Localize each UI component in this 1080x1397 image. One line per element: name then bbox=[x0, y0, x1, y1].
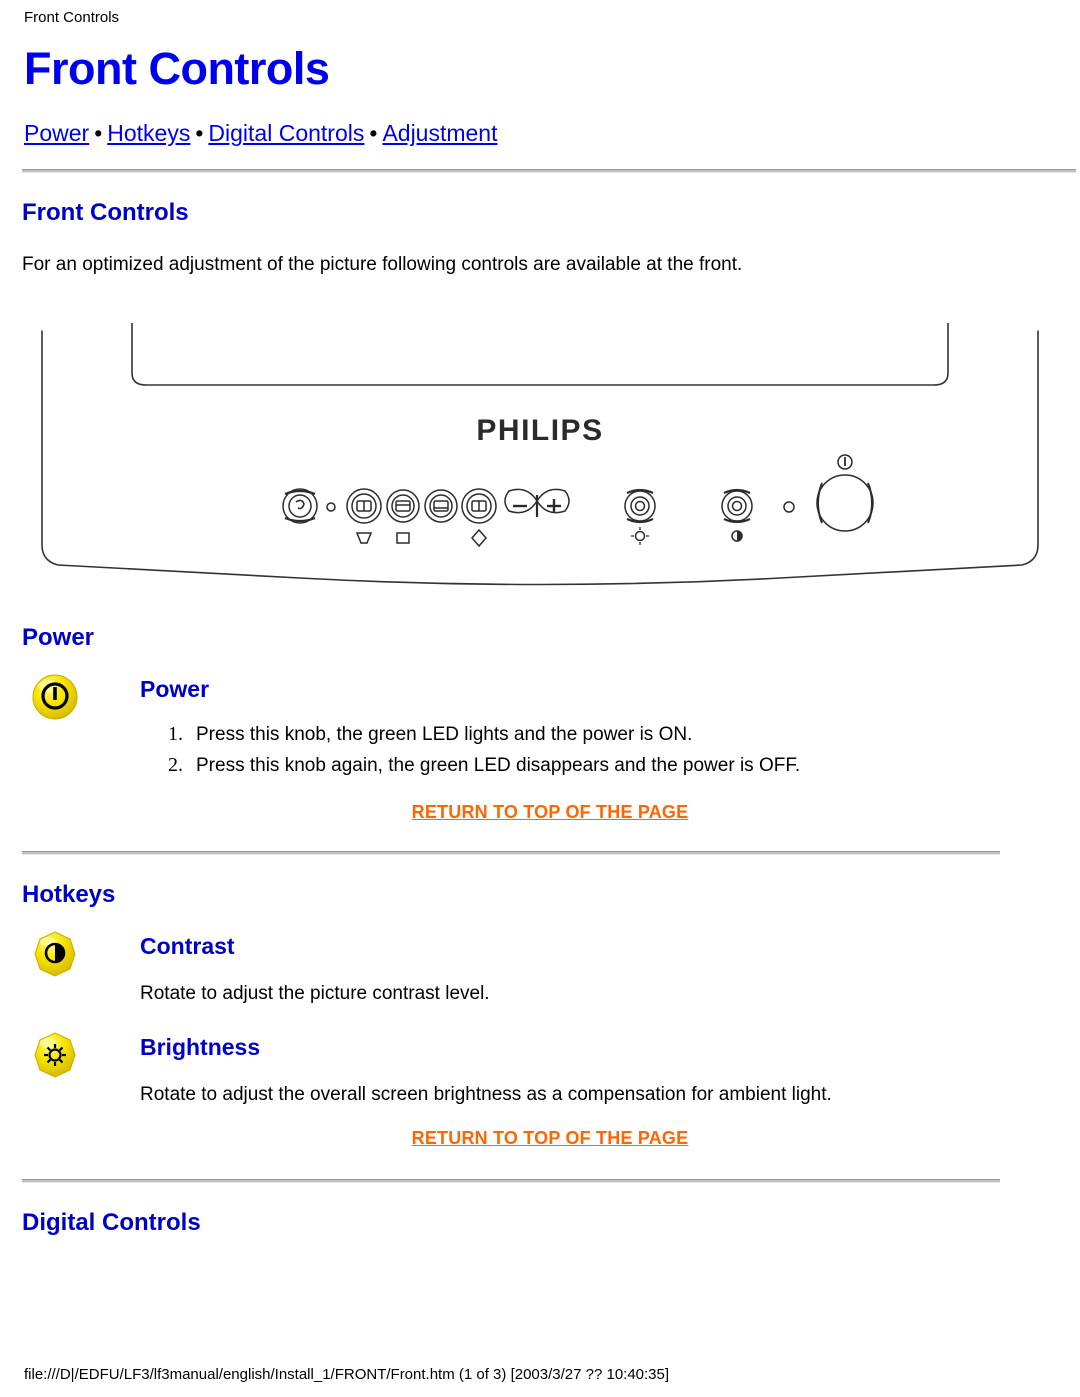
legend-glyph-1 bbox=[355, 532, 373, 544]
panel-rocker-minus-plus bbox=[504, 488, 570, 517]
nav-link-power[interactable]: Power bbox=[24, 120, 89, 146]
return-to-top-link[interactable]: RETURN TO TOP OF THE PAGE bbox=[412, 1128, 689, 1148]
panel-led-power bbox=[783, 501, 795, 513]
return-to-top-power: RETURN TO TOP OF THE PAGE bbox=[0, 801, 1080, 823]
divider-digital-controls bbox=[22, 1179, 1000, 1183]
control-item-brightness: Brightness Rotate to adjust the overall … bbox=[0, 1028, 1080, 1107]
control-desc-contrast: Rotate to adjust the picture contrast le… bbox=[140, 983, 490, 1004]
divider-hotkeys bbox=[22, 851, 1000, 855]
nav-link-adjustment[interactable]: Adjustment bbox=[382, 120, 497, 146]
intro-paragraph: For an optimized adjustment of the pictu… bbox=[22, 254, 743, 275]
control-item-power: Power Press this knob, the green LED lig… bbox=[0, 670, 1080, 781]
section-heading-power: Power bbox=[22, 624, 95, 651]
list-item: Press this knob, the green LED lights an… bbox=[188, 719, 1080, 750]
legend-glyph-brightness bbox=[634, 530, 646, 542]
nav-link-digital-controls[interactable]: Digital Controls bbox=[208, 120, 364, 146]
control-body-brightness: Brightness Rotate to adjust the overall … bbox=[140, 1028, 1080, 1107]
document-page: Front Controls Front Controls Power • Hotk… bbox=[0, 0, 1080, 1397]
brightness-icon bbox=[28, 1028, 82, 1082]
list-item: Press this knob again, the green LED dis… bbox=[188, 750, 1080, 781]
panel-knob-brightness bbox=[624, 488, 656, 524]
control-title-power: Power bbox=[140, 676, 210, 702]
panel-button-4 bbox=[461, 488, 497, 524]
control-body-power: Power Press this knob, the green LED lig… bbox=[140, 670, 1080, 781]
legend-glyph-3 bbox=[471, 528, 487, 548]
status-bar-path: file:///D|/EDFU/LF3/lf3manual/english/In… bbox=[24, 1366, 670, 1383]
divider-top bbox=[22, 169, 1076, 173]
control-item-contrast: Contrast Rotate to adjust the picture co… bbox=[0, 927, 1080, 1006]
panel-led-left bbox=[326, 502, 336, 512]
power-step-1: Press this knob, the green LED lights an… bbox=[196, 724, 693, 745]
power-steps-list: Press this knob, the green LED lights an… bbox=[140, 719, 1080, 781]
contrast-icon bbox=[28, 927, 82, 981]
legend-glyph-2 bbox=[396, 532, 410, 544]
page-title: Front Controls bbox=[24, 43, 330, 94]
return-to-top-link[interactable]: RETURN TO TOP OF THE PAGE bbox=[412, 802, 689, 822]
control-body-contrast: Contrast Rotate to adjust the picture co… bbox=[140, 927, 1080, 1006]
panel-button-1 bbox=[346, 488, 382, 524]
monitor-front-panel-drawing: PHILIPS bbox=[41, 323, 1039, 586]
philips-logo: PHILIPS bbox=[476, 414, 603, 447]
panel-button-2 bbox=[386, 489, 420, 523]
panel-button-3 bbox=[424, 489, 458, 523]
power-step-2: Press this knob again, the green LED dis… bbox=[196, 755, 801, 776]
nav-link-hotkeys[interactable]: Hotkeys bbox=[107, 120, 190, 146]
control-title-brightness: Brightness bbox=[140, 1034, 261, 1060]
panel-power-button bbox=[816, 474, 874, 532]
power-button-icon bbox=[28, 670, 82, 724]
panel-knob-menu bbox=[282, 488, 318, 524]
intro-heading: Front Controls bbox=[22, 199, 189, 226]
panel-knob-contrast bbox=[721, 488, 753, 524]
legend-glyph-power-top bbox=[837, 454, 853, 470]
control-title-contrast: Contrast bbox=[140, 933, 235, 959]
breadcrumb: Front Controls bbox=[24, 9, 120, 26]
nav-separator: • bbox=[94, 120, 103, 146]
monitor-illustration: PHILIPS bbox=[0, 323, 1080, 598]
section-nav: Power • Hotkeys • Digital Controls • Adjustmen… bbox=[24, 119, 1080, 147]
nav-separator: • bbox=[195, 120, 204, 146]
section-heading-digital-controls: Digital Controls bbox=[22, 1209, 201, 1236]
return-to-top-hotkeys: RETURN TO TOP OF THE PAGE bbox=[0, 1127, 1080, 1149]
nav-separator: • bbox=[369, 120, 378, 146]
section-heading-hotkeys: Hotkeys bbox=[22, 881, 116, 908]
control-desc-brightness: Rotate to adjust the overall screen brig… bbox=[140, 1084, 832, 1105]
